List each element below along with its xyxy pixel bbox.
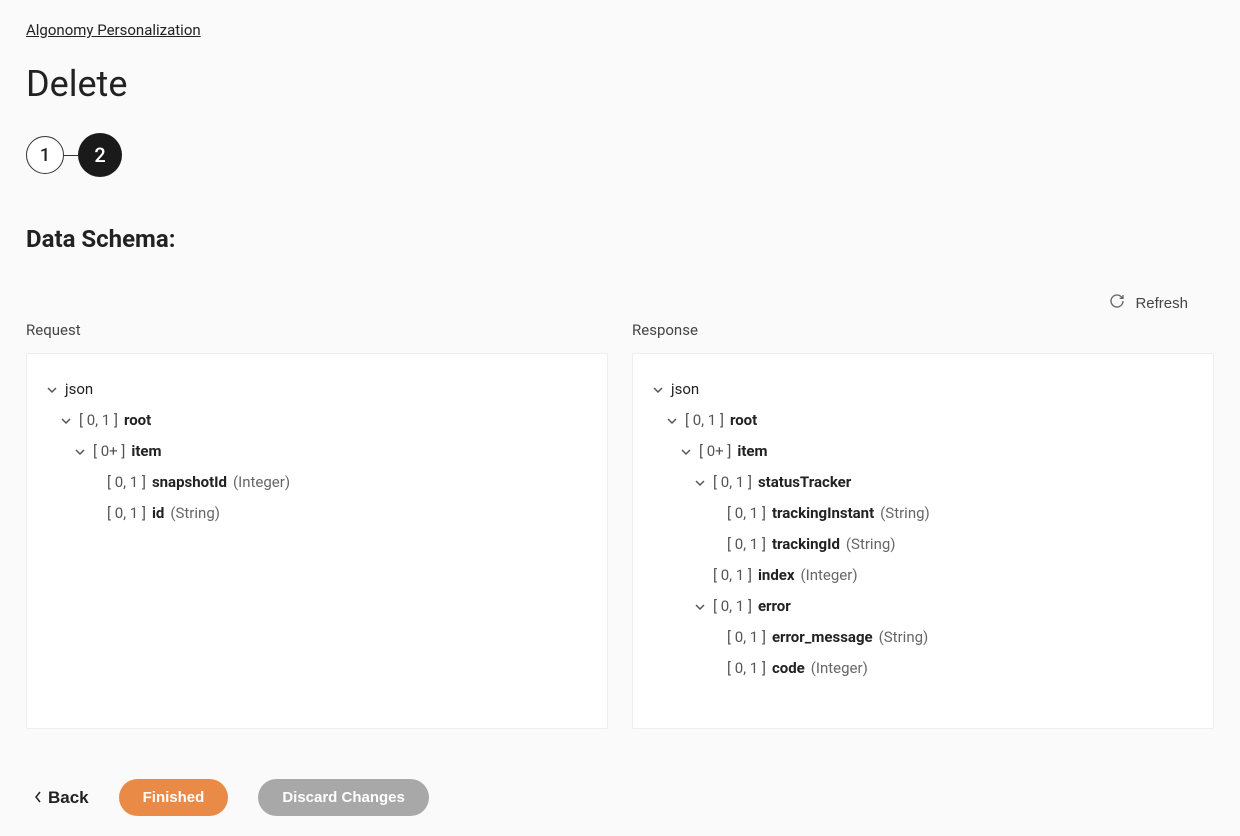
- section-title: Data Schema:: [26, 225, 1214, 253]
- cardinality: [ 0, 1 ]: [713, 472, 752, 493]
- request-label: Request: [26, 321, 608, 339]
- tree-row-error[interactable]: [ 0, 1 ] error: [651, 591, 1195, 622]
- request-column: Request json [ 0, 1 ] root [ 0+ ]: [26, 321, 608, 729]
- refresh-icon: [1109, 293, 1125, 313]
- chevron-down-icon[interactable]: [693, 476, 707, 490]
- cardinality: [ 0, 1 ]: [727, 627, 766, 648]
- tree-row-json[interactable]: json: [45, 374, 589, 405]
- cardinality: [ 0, 1 ]: [713, 596, 752, 617]
- tree-row-field[interactable]: [ 0, 1 ] id (String): [45, 498, 589, 529]
- finished-button[interactable]: Finished: [119, 779, 229, 816]
- field-name: trackingId: [772, 534, 840, 555]
- field-name: error_message: [772, 627, 873, 648]
- cardinality: [ 0, 1 ]: [79, 410, 118, 431]
- field-type: (String): [170, 503, 220, 524]
- field-name: index: [758, 565, 795, 586]
- field-type: (Integer): [801, 565, 858, 586]
- field-type: (Integer): [233, 472, 290, 493]
- tree-row-field[interactable]: [ 0, 1 ] code (Integer): [651, 653, 1195, 684]
- tree-row-root[interactable]: [ 0, 1 ] root: [45, 405, 589, 436]
- tree-row-field[interactable]: [ 0, 1 ] snapshotId (Integer): [45, 467, 589, 498]
- field-name: statusTracker: [758, 472, 851, 493]
- back-button[interactable]: Back: [34, 788, 89, 808]
- field-name: root: [124, 410, 151, 431]
- refresh-label: Refresh: [1135, 295, 1188, 312]
- back-label: Back: [48, 788, 89, 808]
- field-name: code: [772, 658, 805, 679]
- tree-row-statusTracker[interactable]: [ 0, 1 ] statusTracker: [651, 467, 1195, 498]
- chevron-left-icon: [34, 788, 42, 808]
- step-2[interactable]: 2: [78, 133, 122, 177]
- tree-row-field[interactable]: [ 0, 1 ] trackingId (String): [651, 529, 1195, 560]
- response-label: Response: [632, 321, 1214, 339]
- field-name: item: [737, 441, 767, 462]
- response-schema-box: json [ 0, 1 ] root [ 0+ ] item: [632, 353, 1214, 729]
- breadcrumb-link[interactable]: Algonomy Personalization: [26, 21, 201, 39]
- cardinality: [ 0, 1 ]: [107, 503, 146, 524]
- tree-row-item[interactable]: [ 0+ ] item: [45, 436, 589, 467]
- cardinality: [ 0, 1 ]: [107, 472, 146, 493]
- field-type: (Integer): [811, 658, 868, 679]
- refresh-button[interactable]: Refresh: [1109, 293, 1188, 313]
- cardinality: [ 0, 1 ]: [727, 658, 766, 679]
- page-title: Delete: [26, 63, 1214, 105]
- cardinality: [ 0, 1 ]: [713, 565, 752, 586]
- footer-actions: Back Finished Discard Changes: [26, 779, 1214, 816]
- field-type: (String): [846, 534, 896, 555]
- tree-node-label: json: [65, 379, 93, 400]
- field-type: (String): [880, 503, 930, 524]
- field-name: root: [730, 410, 757, 431]
- step-1[interactable]: 1: [26, 136, 64, 174]
- field-name: snapshotId: [152, 472, 227, 493]
- field-type: (String): [879, 627, 929, 648]
- cardinality: [ 0, 1 ]: [727, 534, 766, 555]
- chevron-down-icon[interactable]: [693, 600, 707, 614]
- discard-button[interactable]: Discard Changes: [258, 779, 429, 816]
- tree-row-item[interactable]: [ 0+ ] item: [651, 436, 1195, 467]
- field-name: id: [152, 503, 164, 524]
- cardinality: [ 0+ ]: [93, 441, 125, 462]
- tree-row-field[interactable]: [ 0, 1 ] trackingInstant (String): [651, 498, 1195, 529]
- step-connector: [64, 155, 78, 156]
- chevron-down-icon[interactable]: [679, 445, 693, 459]
- cardinality: [ 0, 1 ]: [727, 503, 766, 524]
- tree-node-label: json: [671, 379, 699, 400]
- field-name: trackingInstant: [772, 503, 874, 524]
- chevron-down-icon[interactable]: [59, 414, 73, 428]
- tree-row-field[interactable]: [ 0, 1 ] error_message (String): [651, 622, 1195, 653]
- chevron-down-icon[interactable]: [665, 414, 679, 428]
- chevron-down-icon[interactable]: [651, 383, 665, 397]
- tree-row-root[interactable]: [ 0, 1 ] root: [651, 405, 1195, 436]
- cardinality: [ 0+ ]: [699, 441, 731, 462]
- field-name: error: [758, 596, 791, 617]
- chevron-down-icon[interactable]: [73, 445, 87, 459]
- response-column: Response json [ 0, 1 ] root [ 0+ ]: [632, 321, 1214, 729]
- tree-row-field[interactable]: [ 0, 1 ] index (Integer): [651, 560, 1195, 591]
- cardinality: [ 0, 1 ]: [685, 410, 724, 431]
- chevron-down-icon[interactable]: [45, 383, 59, 397]
- stepper: 1 2: [26, 133, 1214, 177]
- request-schema-box: json [ 0, 1 ] root [ 0+ ] item [ 0, 1 ]: [26, 353, 608, 729]
- field-name: item: [131, 441, 161, 462]
- tree-row-json[interactable]: json: [651, 374, 1195, 405]
